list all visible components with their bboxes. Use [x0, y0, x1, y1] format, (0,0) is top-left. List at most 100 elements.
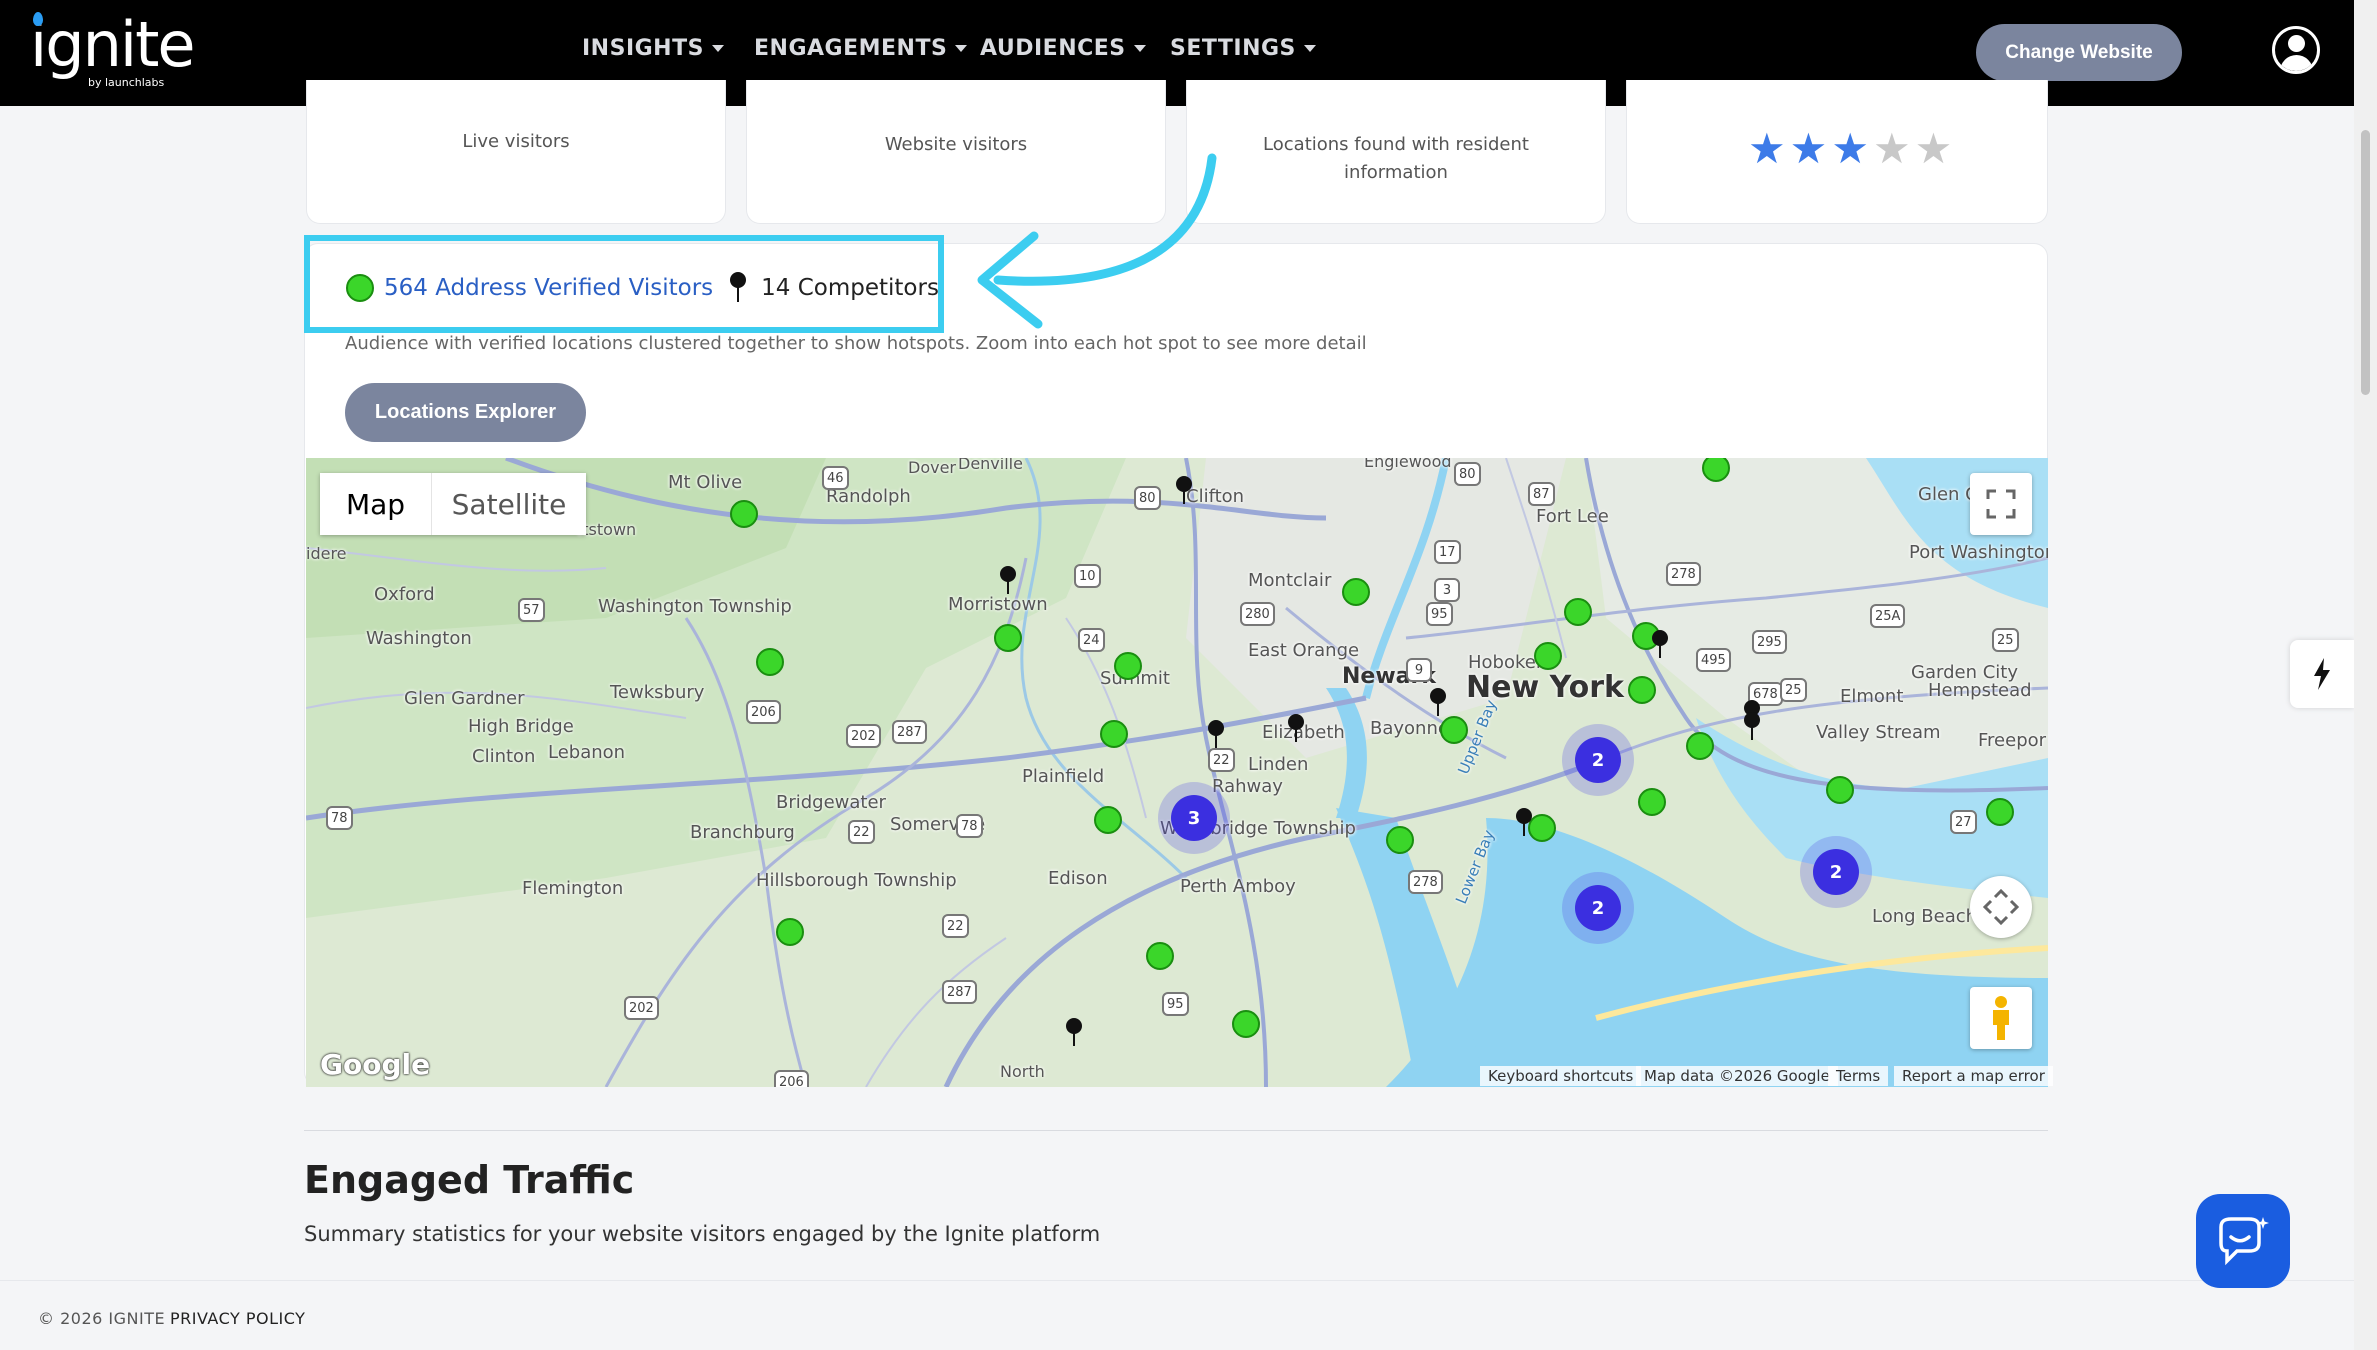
map-place-label: North — [1000, 1062, 1045, 1081]
ignite-logo[interactable]: ignite by launchlabs — [30, 12, 196, 89]
pan-arrows-icon — [1983, 889, 2019, 925]
map-place-label: High Bridge — [468, 716, 574, 737]
map-place-label: Englewood — [1364, 458, 1452, 471]
verified-visitor-marker[interactable] — [1386, 826, 1414, 854]
map-place-label: Freepor — [1978, 730, 2047, 751]
competitor-pin[interactable] — [1744, 712, 1760, 742]
competitor-pin[interactable] — [1000, 566, 1016, 596]
verified-visitor-marker[interactable] — [994, 624, 1022, 652]
star-empty-icon: ★ — [1872, 124, 1911, 173]
competitor-pin[interactable] — [1288, 714, 1304, 744]
footer-copyright: © 2026 IGNITE — [38, 1309, 166, 1328]
map-place-label: idere — [306, 544, 347, 563]
scrollbar-thumb[interactable] — [2361, 130, 2370, 395]
map-place-label: Hillsborough Township — [756, 870, 957, 891]
verified-visitor-marker[interactable] — [1826, 776, 1854, 804]
locations-explorer-button[interactable]: Locations Explorer — [345, 383, 586, 442]
map-place-label: Mt Olive — [668, 472, 743, 493]
competitor-pin[interactable] — [1652, 630, 1668, 660]
user-avatar-icon[interactable] — [2272, 26, 2320, 74]
map-pan-control[interactable] — [1970, 876, 2032, 938]
verified-visitors-link[interactable]: 564 Address Verified Visitors — [384, 275, 713, 301]
highway-shield-icon: 78 — [956, 814, 983, 838]
competitor-pin[interactable] — [1176, 476, 1192, 506]
map-place-label: Oxford — [374, 584, 435, 605]
competitor-pin[interactable] — [1516, 808, 1532, 838]
verified-visitor-marker[interactable] — [1534, 642, 1562, 670]
map-place-label: Washington Township — [598, 596, 792, 617]
highway-shield-icon: 95 — [1162, 992, 1189, 1016]
map-type-satellite-button[interactable]: Satellite — [432, 473, 586, 535]
map-type-map-button[interactable]: Map — [320, 473, 432, 535]
cluster-count: 3 — [1171, 795, 1217, 841]
verified-visitor-marker[interactable] — [1564, 598, 1592, 626]
verified-visitor-marker[interactable] — [1628, 676, 1656, 704]
map-place-label: Tewksbury — [610, 682, 705, 703]
verified-visitor-marker[interactable] — [730, 500, 758, 528]
map-attribution-keyboard[interactable]: Keyboard shortcuts — [1480, 1066, 1642, 1086]
nav-audiences[interactable]: AUDIENCES — [980, 36, 1146, 61]
verified-visitor-marker[interactable] — [1686, 732, 1714, 760]
map-place-label: Fort Lee — [1536, 506, 1609, 527]
verified-visitor-marker[interactable] — [756, 648, 784, 676]
engaged-traffic-description: Summary statistics for your website visi… — [304, 1222, 1101, 1246]
map-attribution-terms[interactable]: Terms — [1828, 1066, 1889, 1086]
verified-visitor-marker[interactable] — [1232, 1010, 1260, 1038]
map-place-label: Glen C — [1918, 484, 1978, 505]
highway-shield-icon: 25 — [1992, 628, 2019, 652]
street-view-pegman[interactable] — [1970, 987, 2032, 1049]
verified-visitor-marker[interactable] — [1638, 788, 1666, 816]
star-empty-icon: ★ — [1914, 124, 1953, 173]
stat-caption: Live visitors — [462, 131, 570, 152]
nav-insights[interactable]: INSIGHTS — [582, 36, 724, 61]
map-place-label: Valley Stream — [1816, 722, 1941, 743]
visitor-cluster-marker[interactable]: 3 — [1158, 782, 1230, 854]
chat-icon — [2219, 1217, 2269, 1266]
verified-visitor-marker[interactable] — [776, 918, 804, 946]
highway-shield-icon: 57 — [518, 598, 545, 622]
nav-engagements[interactable]: ENGAGEMENTS — [754, 36, 968, 61]
map-place-label: Montclair — [1248, 570, 1332, 591]
visitor-cluster-marker[interactable]: 2 — [1562, 724, 1634, 796]
verified-visitor-marker[interactable] — [1342, 578, 1370, 606]
change-website-button[interactable]: Change Website — [1976, 24, 2182, 81]
competitor-pin[interactable] — [1430, 688, 1446, 718]
highway-shield-icon: 27 — [1950, 810, 1977, 834]
chat-button[interactable] — [2196, 1194, 2290, 1288]
map-place-label: Long Beach — [1872, 906, 1978, 927]
competitor-pin[interactable] — [1208, 720, 1224, 750]
competitor-pin[interactable] — [1066, 1018, 1082, 1048]
highway-shield-icon: 80 — [1134, 486, 1161, 510]
highway-shield-icon: 287 — [942, 980, 977, 1004]
visitor-cluster-marker[interactable]: 2 — [1800, 836, 1872, 908]
verified-visitor-marker[interactable] — [1986, 798, 2014, 826]
map-place-label: Perth Amboy — [1180, 876, 1296, 897]
visitor-cluster-marker[interactable]: 2 — [1562, 872, 1634, 944]
highway-shield-icon: 22 — [848, 820, 875, 844]
map-place-label: Lebanon — [548, 742, 626, 763]
verified-visitor-marker[interactable] — [1146, 942, 1174, 970]
locations-map[interactable]: Dover Denville Mt Olive Randolph Clifton Engl… — [306, 458, 2048, 1087]
nav-settings-label: SETTINGS — [1170, 36, 1296, 61]
verified-visitor-marker[interactable] — [1114, 652, 1142, 680]
map-place-label: Branchburg — [690, 822, 795, 843]
map-type-control: Map Satellite — [320, 473, 586, 535]
verified-visitor-marker[interactable] — [1528, 814, 1556, 842]
map-attribution-report[interactable]: Report a map error — [1894, 1066, 2053, 1086]
rating-stars: ★ ★ ★ ★ ★ — [1748, 128, 1952, 170]
verified-visitor-marker[interactable] — [1094, 806, 1122, 834]
verified-visitor-marker[interactable] — [1440, 716, 1468, 744]
fullscreen-button[interactable] — [1970, 473, 2032, 535]
map-attribution-data: Map data ©2026 Google — [1636, 1066, 1838, 1086]
privacy-policy-link[interactable]: PRIVACY POLICY — [170, 1309, 305, 1328]
verified-visitor-marker[interactable] — [1100, 720, 1128, 748]
nav-audiences-label: AUDIENCES — [980, 36, 1126, 61]
stat-card-locations-found: Locations found with resident informatio… — [1186, 80, 1606, 224]
map-place-label: Port Washington — [1909, 542, 2048, 563]
quick-actions-button[interactable] — [2290, 640, 2354, 708]
nav-settings[interactable]: SETTINGS — [1170, 36, 1316, 61]
highway-shield-icon: 24 — [1078, 628, 1105, 652]
verified-marker-icon — [346, 274, 374, 302]
cluster-count: 2 — [1575, 737, 1621, 783]
map-place-label: Clifton — [1186, 486, 1245, 507]
